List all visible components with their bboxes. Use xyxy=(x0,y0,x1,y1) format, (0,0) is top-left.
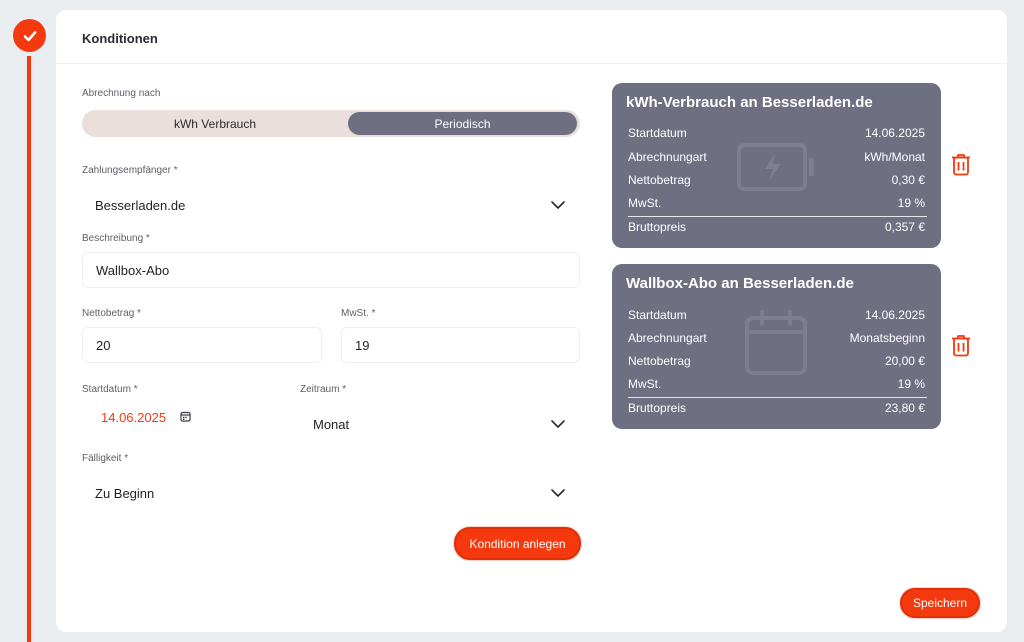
chevron-down-icon xyxy=(551,489,565,497)
description-label: Beschreibung * xyxy=(82,233,150,244)
billing-label: Abrechnung nach xyxy=(82,88,161,99)
chevron-down-icon xyxy=(551,201,565,209)
checkmark-icon xyxy=(23,30,36,41)
toggle-option-periodic[interactable]: Periodisch xyxy=(348,112,577,135)
vat-input[interactable]: 19 xyxy=(341,327,580,363)
vat-label: MwSt. * xyxy=(341,308,376,319)
payee-select[interactable]: Besserladen.de xyxy=(82,188,580,222)
due-value: Zu Beginn xyxy=(95,485,155,501)
summary-row: Abrechnungart kWh/Monat xyxy=(628,150,925,164)
conditions-card: Konditionen Abrechnung nach kWh Verbrauc… xyxy=(56,10,1007,632)
toggle-option-kwh[interactable]: kWh Verbrauch xyxy=(84,112,346,135)
summary-row: Nettobetrag 0,30 € xyxy=(628,173,925,187)
summary-row: Startdatum 14.06.2025 xyxy=(628,126,925,140)
save-button[interactable]: Speichern xyxy=(900,588,980,618)
summary-row: MwSt. 19 % xyxy=(628,196,925,210)
billing-toggle: kWh Verbrauch Periodisch xyxy=(82,110,580,137)
delete-trash-icon[interactable] xyxy=(951,153,971,176)
start-date-value: 14.06.2025 xyxy=(101,409,167,425)
due-select[interactable]: Zu Beginn xyxy=(82,476,580,510)
period-value: Monat xyxy=(313,416,350,432)
summary-total-row: Bruttopreis 23,80 € xyxy=(628,401,925,415)
section-title: Konditionen xyxy=(82,31,158,46)
summary-row: Nettobetrag 20,00 € xyxy=(628,354,925,368)
summary-title: Wallbox-Abo an Besserladen.de xyxy=(626,275,854,292)
due-label: Fälligkeit * xyxy=(82,453,129,464)
payee-value: Besserladen.de xyxy=(95,197,186,213)
description-input[interactable]: Wallbox-Abo xyxy=(82,252,580,288)
period-label: Zeitraum * xyxy=(300,384,347,395)
summary-row: Startdatum 14.06.2025 xyxy=(628,308,925,322)
vat-value: 19 xyxy=(355,337,370,353)
summary-title: kWh-Verbrauch an Besserladen.de xyxy=(626,94,873,111)
condition-summary-card: Wallbox-Abo an Besserladen.de Startdatum… xyxy=(612,264,941,429)
start-date-label: Startdatum * xyxy=(82,384,138,395)
summary-divider xyxy=(628,216,927,217)
condition-summary-card: kWh-Verbrauch an Besserladen.de Startdat… xyxy=(612,83,941,248)
card-header: Konditionen xyxy=(56,10,1007,64)
summary-divider xyxy=(628,397,927,398)
start-date-input[interactable]: 14.06.2025 xyxy=(89,406,219,428)
net-amount-value: 20 xyxy=(96,337,111,353)
chevron-down-icon xyxy=(551,420,565,428)
calendar-picker-icon[interactable] xyxy=(180,411,191,422)
summary-row: Abrechnungart Monatsbeginn xyxy=(628,331,925,345)
create-condition-button[interactable]: Kondition anlegen xyxy=(454,527,581,560)
payee-label: Zahlungsempfänger * xyxy=(82,165,178,176)
net-amount-label: Nettobetrag * xyxy=(82,308,141,319)
summary-total-row: Bruttopreis 0,357 € xyxy=(628,220,925,234)
net-amount-input[interactable]: 20 xyxy=(82,327,322,363)
summary-row: MwSt. 19 % xyxy=(628,377,925,391)
delete-trash-icon[interactable] xyxy=(951,334,971,357)
period-select[interactable]: Monat xyxy=(300,407,580,441)
step-progress-line xyxy=(27,56,31,642)
description-value: Wallbox-Abo xyxy=(96,262,170,278)
step-complete-indicator xyxy=(13,19,46,52)
